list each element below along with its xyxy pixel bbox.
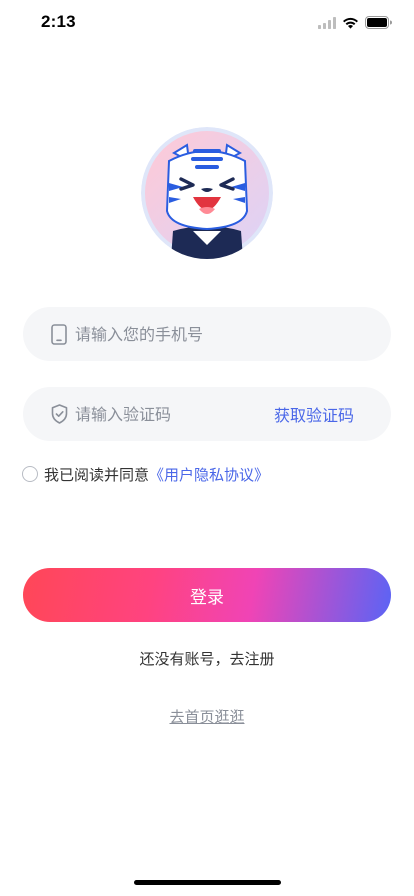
login-button[interactable]: 登录 (23, 568, 391, 622)
shield-check-icon (50, 403, 68, 425)
tiger-mascot-icon (141, 127, 273, 259)
verification-code-input[interactable] (75, 387, 265, 441)
phone-input[interactable] (75, 307, 375, 361)
cellular-signal-icon (318, 14, 336, 33)
register-link[interactable]: 还没有账号，去注册 (0, 648, 414, 669)
avatar (141, 127, 273, 259)
status-bar: 2:13 (0, 0, 414, 44)
verification-code-field: 获取验证码 (23, 387, 391, 441)
battery-icon (365, 14, 392, 33)
phone-field (23, 307, 391, 361)
agreement-row: 我已阅读并同意 《用户隐私协议》 (22, 462, 269, 486)
wifi-icon (342, 14, 359, 33)
login-screen: 2:13 请输入您的手机号 请输入验证码 获取验证码 我已阅读并同意 《用户隐私… (0, 0, 414, 896)
phone-icon (50, 323, 68, 345)
agreement-text: 我已阅读并同意 (44, 465, 150, 484)
agreement-checkbox[interactable] (22, 466, 38, 482)
privacy-policy-link[interactable]: 《用户隐私协议》 (149, 464, 269, 485)
get-code-button[interactable]: 获取验证码 (274, 402, 354, 426)
home-indicator[interactable] (134, 880, 281, 885)
status-time: 2:13 (41, 12, 76, 31)
status-icons (318, 14, 392, 33)
browse-home-link[interactable]: 去首页逛逛 (0, 706, 414, 727)
